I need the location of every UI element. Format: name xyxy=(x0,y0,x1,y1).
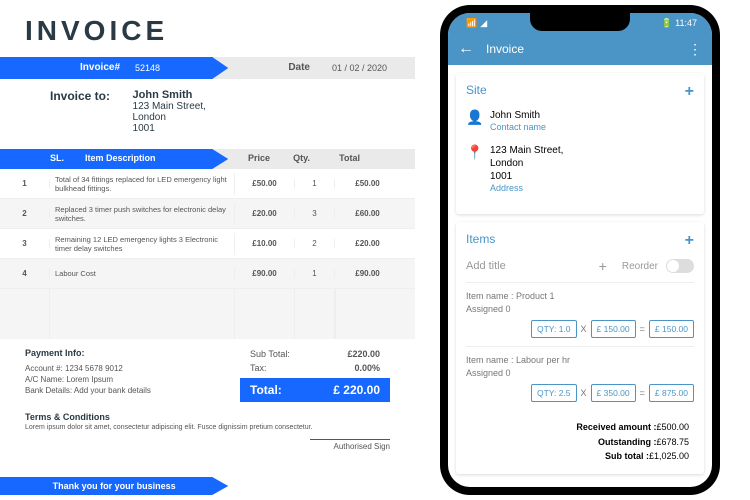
appbar-title: Invoice xyxy=(486,42,688,56)
reorder-label: Reorder xyxy=(622,261,658,272)
add-site-button[interactable]: + xyxy=(685,83,694,101)
customer-name: John Smith xyxy=(133,89,193,101)
invoice-number: 52148 xyxy=(135,63,160,73)
table-row: 2Replaced 3 timer push switches for elec… xyxy=(0,199,415,229)
table-row: 4Labour Cost£90.001£90.00 xyxy=(0,259,415,289)
wifi-icon: 📶 xyxy=(466,18,477,28)
signature: Authorised Sign xyxy=(25,439,390,451)
invoice-number-label: Invoice# xyxy=(80,62,120,73)
customer-line2: London xyxy=(133,112,166,123)
date-label: Date xyxy=(288,62,310,73)
summary: Received amount :£500.00 Outstanding :£6… xyxy=(466,420,694,463)
items-card: Items + Add title + Reorder Item name : P… xyxy=(456,222,704,473)
site-address: 123 Main Street, London 1001 xyxy=(490,144,694,183)
menu-icon[interactable]: ⋮ xyxy=(688,41,702,58)
invoice-to: Invoice to: John Smith 123 Main Street, … xyxy=(50,89,390,134)
site-header: Site xyxy=(466,83,487,101)
item-row: Item name : Product 1 Assigned 0 QTY: 1.… xyxy=(466,282,694,346)
qty-field[interactable]: QTY: 2.5 xyxy=(531,384,577,402)
table-row: 1Total of 34 fittings replaced for LED e… xyxy=(0,169,415,199)
address-link[interactable]: Address xyxy=(490,183,694,195)
items-header: Items xyxy=(466,232,495,250)
back-icon[interactable]: ← xyxy=(458,40,474,58)
signal-icon: ◢ xyxy=(480,18,487,28)
contact-link[interactable]: Contact name xyxy=(490,122,694,134)
total-field: £ 875.00 xyxy=(649,384,694,402)
price-field[interactable]: £ 350.00 xyxy=(591,384,636,402)
payment-info: Payment Info: Account #: 1234 5678 9012 … xyxy=(25,347,240,402)
reorder-toggle[interactable] xyxy=(666,259,694,273)
phone-frame: 📶◢ 🔋 11:47 ← Invoice ⋮ Site + 👤 John Smit… xyxy=(440,5,720,495)
add-title-input[interactable]: Add title xyxy=(466,260,599,272)
invoice-document: INVOICE Invoice# 52148 Date 01 / 02 / 20… xyxy=(0,0,415,500)
add-title-plus[interactable]: + xyxy=(599,258,607,274)
customer-line3: 1001 xyxy=(133,123,155,134)
thank-you: Thank you for your business xyxy=(0,477,228,495)
invoice-meta-bar: Invoice# 52148 Date 01 / 02 / 2020 xyxy=(0,57,415,79)
table-header: SL. Item Description Price Qty. Total xyxy=(0,149,415,169)
customer-line1: 123 Main Street, xyxy=(133,101,206,112)
battery-icon: 🔋 xyxy=(661,18,672,28)
total-field: £ 150.00 xyxy=(649,320,694,338)
person-icon: 👤 xyxy=(466,109,490,134)
price-field[interactable]: £ 150.00 xyxy=(591,320,636,338)
item-row: Item name : Labour per hr Assigned 0 QTY… xyxy=(466,346,694,410)
site-card: Site + 👤 John SmithContact name 📍 123 Mai… xyxy=(456,73,704,214)
totals: Sub Total:£220.00 Tax:0.00% Total:£ 220.… xyxy=(240,347,390,402)
qty-field[interactable]: QTY: 1.0 xyxy=(531,320,577,338)
invoice-title: INVOICE xyxy=(25,15,390,47)
terms: Terms & Conditions Lorem ipsum dolor sit… xyxy=(25,412,390,431)
location-icon: 📍 xyxy=(466,144,490,195)
date-value: 01 / 02 / 2020 xyxy=(332,63,387,73)
table-row: 3Remaining 12 LED emergency lights 3 Ele… xyxy=(0,229,415,259)
add-item-button[interactable]: + xyxy=(685,232,694,250)
table-rows: 1Total of 34 fittings replaced for LED e… xyxy=(0,169,415,289)
site-name: John Smith xyxy=(490,109,694,122)
app-bar: ← Invoice ⋮ xyxy=(448,33,712,65)
status-time: 11:47 xyxy=(675,18,697,28)
phone-screen: 📶◢ 🔋 11:47 ← Invoice ⋮ Site + 👤 John Smit… xyxy=(448,13,712,487)
